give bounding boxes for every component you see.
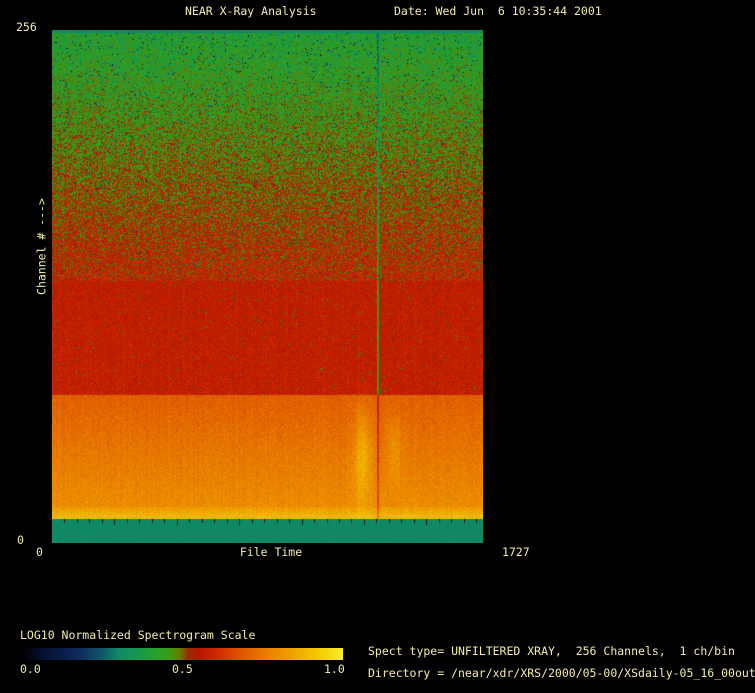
y-axis-min-label: 0 [17, 534, 24, 547]
page-title: NEAR X-Ray Analysis [185, 5, 317, 18]
x-axis-max-label: 1727 [502, 546, 530, 559]
colorbar-gradient [23, 648, 343, 660]
y-axis-title: Channel # ---> [36, 192, 49, 302]
directory-text: Directory = /near/xdr/XRS/2000/05-00/XSd… [368, 667, 755, 680]
date-text: Date: Wed Jun 6 10:35:44 2001 [394, 5, 602, 18]
colorbar-title: LOG10 Normalized Spectrogram Scale [20, 629, 255, 642]
spectrogram-heatmap [52, 30, 483, 543]
colorbar-tick-right: 1.0 [324, 663, 345, 676]
x-axis-title: File Time [239, 546, 303, 559]
spect-type-text: Spect type= UNFILTERED XRAY, 256 Channel… [368, 645, 735, 658]
near-xray-analysis-screen: NEAR X-Ray Analysis Date: Wed Jun 6 10:3… [0, 0, 755, 693]
x-axis-min-label: 0 [36, 546, 43, 559]
y-axis-max-label: 256 [16, 21, 37, 34]
colorbar-tick-left: 0.0 [20, 663, 41, 676]
colorbar-tick-mid: 0.5 [172, 663, 193, 676]
